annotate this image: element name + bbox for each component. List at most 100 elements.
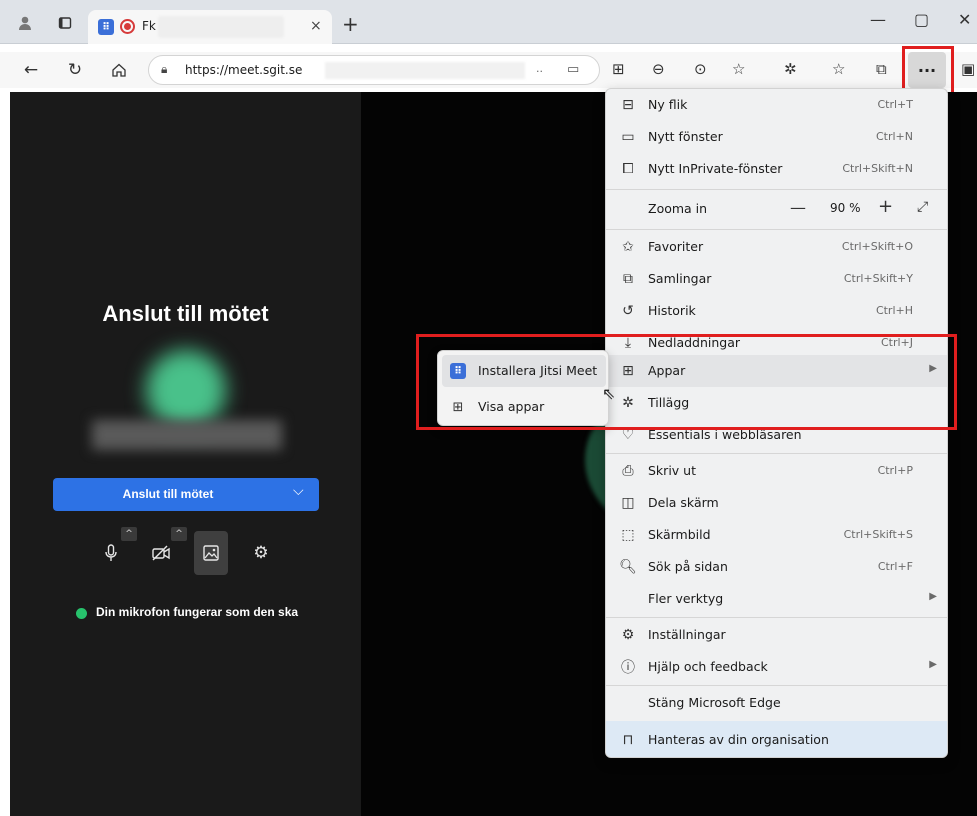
join-meeting-label: Anslut till mötet bbox=[122, 487, 214, 501]
zoom-in-button[interactable]: + bbox=[878, 196, 893, 217]
collections-icon[interactable]: ⧉ bbox=[876, 60, 887, 78]
menu-item-favorites[interactable]: ✩ Favoriter Ctrl+Skift+O bbox=[606, 231, 947, 263]
menu-item-shortcut: Ctrl+P bbox=[877, 464, 913, 477]
mic-status-text: Din mikrofon fungerar som den ska bbox=[96, 605, 299, 619]
menu-divider bbox=[606, 453, 947, 454]
menu-item-help-feedback[interactable]: ⓘ Hjälp och feedback ▶ bbox=[606, 651, 947, 683]
sidebar-toggle-icon[interactable]: ▣ bbox=[961, 60, 975, 78]
chevron-right-icon: ▶ bbox=[929, 591, 937, 602]
close-window-button[interactable]: ✕ bbox=[958, 10, 971, 29]
menu-divider bbox=[606, 189, 947, 190]
menu-item-label: Hjälp och feedback bbox=[648, 659, 768, 674]
zoom-out-button[interactable]: — bbox=[790, 198, 806, 217]
zoom-value: 90 % bbox=[830, 201, 861, 215]
chevron-down-icon[interactable]: ⌵ bbox=[293, 483, 304, 499]
menu-item-new-tab[interactable]: ⊟ Ny flik Ctrl+T bbox=[606, 89, 947, 121]
prejoin-panel: Anslut till mötet Anslut till mötet ⌵ ^ … bbox=[10, 92, 361, 816]
zoom-icon[interactable]: ⊖ bbox=[652, 60, 665, 78]
menu-item-label: Skriv ut bbox=[648, 463, 696, 478]
menu-item-shortcut: Ctrl+N bbox=[875, 130, 913, 143]
new-tab-button[interactable]: + bbox=[342, 12, 359, 36]
home-icon[interactable] bbox=[108, 59, 130, 81]
menu-item-label: Nytt InPrivate-fönster bbox=[648, 161, 783, 176]
url-text: https://meet.sgit.se bbox=[185, 63, 303, 77]
camera-permission-icon[interactable]: ▭ bbox=[567, 62, 579, 77]
fullscreen-icon[interactable]: ⤢ bbox=[917, 199, 928, 215]
tab-close-icon[interactable]: × bbox=[310, 18, 322, 34]
find-icon: 🔍︎ bbox=[619, 559, 637, 575]
menu-item-managed-by-org[interactable]: ⊓ Hanteras av din organisation bbox=[606, 721, 947, 757]
menu-item-label: Samlingar bbox=[648, 271, 712, 286]
profile-icon[interactable] bbox=[16, 14, 34, 32]
extensions-icon[interactable]: ✲ bbox=[784, 60, 797, 78]
menu-item-settings[interactable]: ⚙︎ Inställningar bbox=[606, 619, 947, 651]
menu-item-more-tools[interactable]: Fler verktyg ▶ bbox=[606, 583, 947, 615]
browser-tab[interactable]: ⠿ Fk × bbox=[88, 10, 332, 44]
maximize-button[interactable]: ▢ bbox=[914, 10, 929, 29]
join-title: Anslut till mötet bbox=[102, 301, 269, 326]
menu-item-label: Stäng Microsoft Edge bbox=[648, 695, 781, 710]
favorites-icon[interactable]: ☆ bbox=[832, 60, 845, 78]
menu-item-close-edge[interactable]: Stäng Microsoft Edge bbox=[606, 687, 947, 719]
menu-item-history[interactable]: ↺ Historik Ctrl+H bbox=[606, 295, 947, 327]
briefcase-icon: ⊓ bbox=[622, 732, 634, 748]
mic-options-caret-icon[interactable]: ^ bbox=[121, 527, 137, 541]
menu-item-zoom: Zooma in — 90 % + ⤢ bbox=[606, 193, 947, 225]
url-ellipsis: .. bbox=[536, 62, 543, 75]
gear-icon[interactable]: ⚙︎ bbox=[244, 533, 278, 573]
print-icon: ⎙ bbox=[622, 463, 634, 479]
favorite-star-icon[interactable]: ☆ bbox=[732, 60, 745, 78]
inprivate-icon: ⧠ bbox=[622, 161, 634, 177]
menu-item-share-screen[interactable]: ◫ Dela skärm bbox=[606, 487, 947, 519]
menu-item-label: Favoriter bbox=[648, 239, 704, 254]
menu-item-shortcut: Ctrl+Skift+N bbox=[842, 162, 913, 175]
menu-item-screenshot[interactable]: ⬚ Skärmbild Ctrl+Skift+S bbox=[606, 519, 947, 551]
help-icon: ⓘ bbox=[621, 660, 635, 676]
background-image-icon[interactable] bbox=[194, 531, 228, 575]
menu-item-collections[interactable]: ⧉ Samlingar Ctrl+Skift+Y bbox=[606, 263, 947, 295]
collections-icon: ⧉ bbox=[623, 271, 633, 287]
mic-status-dot bbox=[76, 608, 87, 619]
menu-item-label: Skärmbild bbox=[648, 527, 711, 542]
chevron-right-icon: ▶ bbox=[929, 659, 937, 670]
menu-item-shortcut: Ctrl+H bbox=[875, 304, 913, 317]
menu-item-label: Hanteras av din organisation bbox=[648, 732, 829, 747]
minimize-button[interactable]: — bbox=[870, 10, 886, 29]
avatar bbox=[146, 350, 226, 430]
menu-item-find-on-page[interactable]: 🔍︎ Sök på sidan Ctrl+F bbox=[606, 551, 947, 583]
menu-item-shortcut: Ctrl+F bbox=[877, 560, 913, 573]
menu-item-label: Historik bbox=[648, 303, 696, 318]
favorites-icon: ✩ bbox=[622, 239, 634, 255]
menu-divider bbox=[606, 685, 947, 686]
gear-icon: ⚙︎ bbox=[621, 627, 635, 643]
menu-item-inprivate-window[interactable]: ⧠ Nytt InPrivate-fönster Ctrl+Skift+N bbox=[606, 153, 947, 185]
screenshot-icon: ⬚ bbox=[621, 527, 635, 543]
redacted-name-field[interactable] bbox=[92, 420, 282, 450]
tab-title: Fk bbox=[142, 19, 156, 33]
address-bar[interactable]: 🔒︎ https://meet.sgit.se .. ▭ bbox=[148, 55, 600, 85]
menu-item-shortcut: Ctrl+Skift+O bbox=[841, 240, 913, 253]
history-icon: ↺ bbox=[622, 303, 634, 319]
menu-item-new-window[interactable]: ▭ Nytt fönster Ctrl+N bbox=[606, 121, 947, 153]
menu-item-label: Inställningar bbox=[648, 627, 726, 642]
camera-options-caret-icon[interactable]: ^ bbox=[171, 527, 187, 541]
join-meeting-button[interactable]: Anslut till mötet ⌵ bbox=[53, 478, 319, 511]
back-arrow-icon[interactable]: ← bbox=[20, 59, 42, 81]
menu-item-label: Fler verktyg bbox=[648, 591, 724, 606]
redacted-tab-title bbox=[158, 16, 284, 38]
new-tab-icon: ⊟ bbox=[622, 97, 634, 113]
menu-item-shortcut: Ctrl+T bbox=[877, 98, 913, 111]
menu-item-label: Ny flik bbox=[648, 97, 688, 112]
menu-divider bbox=[606, 229, 947, 230]
reload-icon[interactable]: ↻ bbox=[64, 59, 86, 81]
reading-icon[interactable]: ⊙ bbox=[694, 60, 707, 78]
title-bar: ⠿ Fk × + — ▢ ✕ bbox=[0, 0, 977, 44]
app-available-icon[interactable]: ⊞ bbox=[612, 60, 625, 78]
menu-item-label: Dela skärm bbox=[648, 495, 719, 510]
workspaces-icon[interactable] bbox=[56, 14, 74, 32]
site-info-icon[interactable]: 🔒︎ bbox=[161, 62, 167, 77]
recording-indicator-icon bbox=[120, 19, 135, 34]
menu-divider bbox=[606, 617, 947, 618]
menu-item-shortcut: Ctrl+Skift+S bbox=[843, 528, 913, 541]
menu-item-print[interactable]: ⎙ Skriv ut Ctrl+P bbox=[606, 455, 947, 487]
